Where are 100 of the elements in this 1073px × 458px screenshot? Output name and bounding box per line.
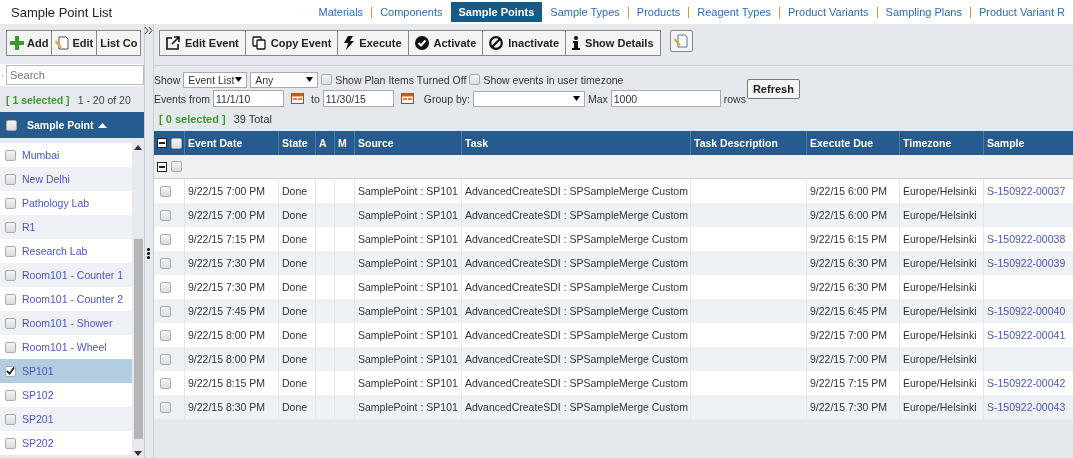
list-item[interactable]: Mumbai: [0, 143, 133, 167]
toolbar-button[interactable]: Show Details: [565, 30, 661, 56]
table-cell: 9/22/15 7:30 PM: [188, 257, 266, 269]
checkbox[interactable]: [5, 413, 16, 425]
sample-link[interactable]: S-150922-00041: [987, 329, 1065, 341]
list-item[interactable]: SP102: [0, 383, 133, 407]
list-item[interactable]: Room101 - Shower: [0, 311, 133, 335]
notes-button[interactable]: [669, 30, 693, 52]
drag-handle-icon[interactable]: [147, 248, 151, 259]
table-cell: Europe/Helsinki: [903, 305, 977, 317]
nav-tab[interactable]: Product Variant R: [971, 2, 1073, 22]
date-field[interactable]: 11/1/10: [213, 90, 285, 107]
sample-link[interactable]: S-150922-00039: [987, 257, 1065, 269]
refresh-button[interactable]: Refresh: [746, 79, 800, 99]
list-item[interactable]: SP101: [0, 359, 133, 383]
scrollbar[interactable]: [132, 143, 145, 458]
table-cell: SamplePoint : SP101: [358, 257, 458, 269]
toolbar-button[interactable]: Inactivate: [482, 30, 567, 56]
checkbox[interactable]: [5, 173, 16, 185]
checkbox[interactable]: [5, 317, 16, 329]
checkbox[interactable]: [160, 305, 171, 317]
copy-icon: [251, 36, 266, 50]
checkbox[interactable]: [160, 281, 171, 293]
toolbar-button[interactable]: Copy Event: [244, 30, 339, 56]
search-field[interactable]: Search: [6, 65, 145, 85]
checkbox[interactable]: [5, 389, 16, 401]
checkbox[interactable]: [5, 293, 16, 305]
toolbar-button[interactable]: Add: [6, 30, 53, 56]
selection-count: [ 1 selected ]: [6, 94, 70, 108]
checkbox[interactable]: [5, 437, 16, 449]
checkbox[interactable]: [321, 74, 333, 85]
sample-link[interactable]: S-150922-00040: [987, 305, 1065, 317]
group-by-dropdown[interactable]: [472, 90, 585, 107]
collapse-icon[interactable]: [145, 27, 154, 34]
checkbox[interactable]: [469, 74, 481, 85]
scroll-down-icon[interactable]: [134, 451, 143, 456]
checkbox[interactable]: [160, 233, 171, 245]
table-cell: Europe/Helsinki: [903, 377, 977, 389]
checkbox[interactable]: [5, 365, 16, 377]
toolbar-button[interactable]: Edit: [51, 30, 98, 56]
list-item[interactable]: SP201: [0, 407, 133, 431]
table-cell: Europe/Helsinki: [903, 401, 977, 413]
list-item[interactable]: Room101 - Counter 1: [0, 263, 133, 287]
date-field[interactable]: 11/30/15: [322, 90, 394, 107]
nav-tab[interactable]: Materials: [310, 2, 372, 22]
toolbar-button[interactable]: Edit Event: [159, 30, 246, 56]
plus-icon: [10, 36, 24, 50]
list-item[interactable]: Research Lab: [0, 239, 133, 263]
toolbar-button[interactable]: List Co: [96, 30, 142, 56]
nav-tab[interactable]: Sample Types: [542, 2, 628, 22]
scroll-up-icon[interactable]: [134, 145, 143, 150]
table-cell: Done: [282, 233, 308, 245]
nav-tab[interactable]: Products: [628, 2, 689, 22]
table-cell: AdvancedCreateSDI : SPSampleMerge Custom: [465, 401, 688, 413]
sample-link[interactable]: S-150922-00038: [987, 233, 1065, 245]
toolbar-button[interactable]: Execute: [337, 30, 409, 56]
checkbox[interactable]: [5, 269, 16, 281]
list-item[interactable]: Room101 - Counter 2: [0, 287, 133, 311]
nav-tab[interactable]: Sample Points: [450, 2, 543, 22]
checkbox[interactable]: [160, 257, 171, 269]
max-rows-field[interactable]: 1000: [610, 90, 721, 107]
list-item[interactable]: SP202: [0, 431, 133, 455]
state-dropdown[interactable]: Any: [250, 71, 319, 88]
checkbox[interactable]: [5, 341, 16, 353]
checkbox[interactable]: [160, 377, 171, 389]
nav-tab[interactable]: Components: [372, 2, 451, 22]
checkbox[interactable]: [5, 245, 16, 257]
show-label: Show: [154, 73, 181, 86]
checkbox[interactable]: [160, 353, 171, 365]
column-header[interactable]: Sample Point: [0, 112, 145, 138]
checkbox[interactable]: [171, 161, 182, 172]
calendar-icon[interactable]: [400, 93, 414, 104]
nav-tab[interactable]: Product Variants: [780, 2, 877, 22]
nav-tab[interactable]: Reagent Types: [689, 2, 780, 22]
checkbox[interactable]: [160, 185, 171, 197]
checkbox[interactable]: [160, 401, 171, 413]
event-type-dropdown[interactable]: Event List: [183, 71, 248, 88]
list-item[interactable]: New Delhi: [0, 167, 133, 191]
checkbox[interactable]: [160, 329, 171, 341]
table-cell: 9/22/15 7:00 PM: [810, 353, 888, 365]
table-cell: Done: [282, 257, 308, 269]
list-item[interactable]: R1: [0, 215, 133, 239]
list-item[interactable]: Pathology Lab: [0, 191, 133, 215]
checkbox[interactable]: [5, 197, 16, 209]
sample-link[interactable]: S-150922-00042: [987, 377, 1065, 389]
calendar-icon[interactable]: [291, 93, 305, 104]
toolbar-button[interactable]: Activate: [407, 30, 484, 56]
checkbox[interactable]: [171, 137, 182, 149]
table-cell: 9/22/15 6:30 PM: [810, 281, 888, 293]
sample-link[interactable]: S-150922-00043: [987, 401, 1065, 413]
collapse-all-icon[interactable]: [157, 138, 167, 148]
checkbox[interactable]: [5, 221, 16, 233]
checkbox[interactable]: [160, 209, 171, 221]
checkbox[interactable]: [6, 119, 17, 131]
list-item[interactable]: Room101 - Wheel: [0, 335, 133, 359]
nav-tab[interactable]: Sampling Plans: [877, 2, 970, 22]
sample-link[interactable]: S-150922-00037: [987, 185, 1065, 197]
collapse-group-icon[interactable]: [157, 161, 167, 172]
table-cell: SamplePoint : SP101: [358, 233, 458, 245]
checkbox[interactable]: [5, 149, 16, 161]
